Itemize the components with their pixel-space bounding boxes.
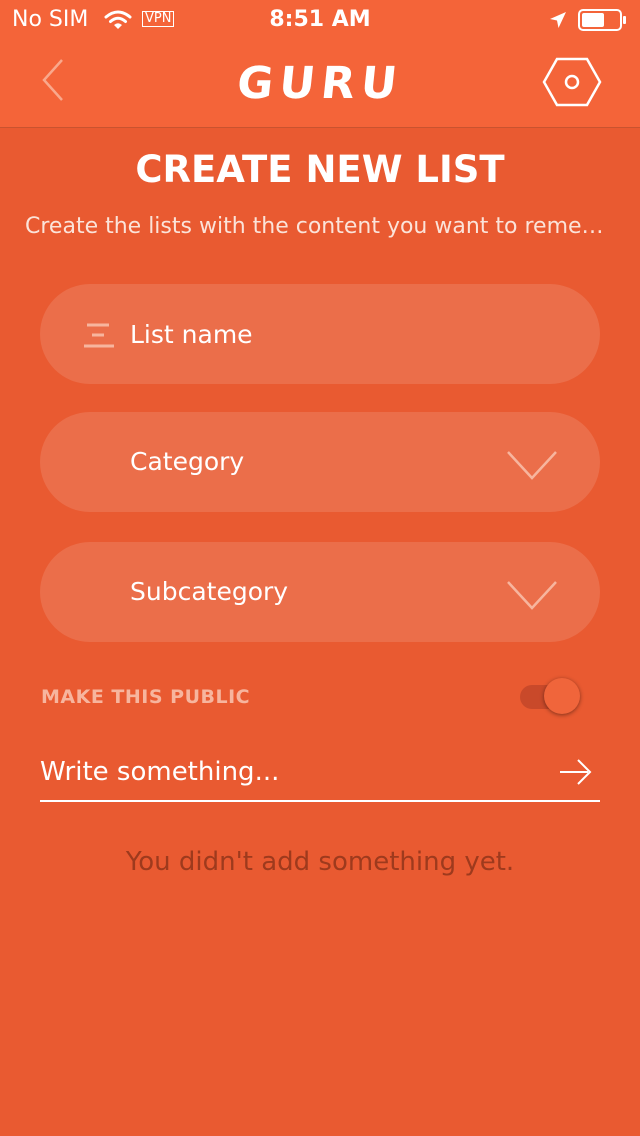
text-lines-icon [84, 322, 116, 354]
make-public-label: MAKE THIS PUBLIC [41, 686, 251, 708]
arrow-right-icon [560, 759, 592, 785]
location-arrow-icon [548, 10, 568, 34]
write-row [40, 748, 600, 802]
empty-state-message: You didn't add something yet. [125, 847, 515, 877]
subcategory-select[interactable]: Subcategory [40, 542, 600, 642]
status-bar: No SIM VPN 8:51 AM [0, 0, 640, 40]
toggle-knob [544, 678, 580, 714]
make-public-toggle[interactable] [520, 677, 584, 717]
app-header: No SIM VPN 8:51 AM GURU [0, 0, 640, 128]
chevron-down-icon [506, 580, 558, 614]
chevron-down-icon [506, 450, 558, 484]
page-subtitle: Create the lists with the content you wa… [25, 214, 617, 239]
send-button[interactable] [556, 754, 596, 790]
settings-button[interactable] [542, 56, 602, 108]
category-label: Category [130, 447, 245, 476]
subcategory-label: Subcategory [130, 577, 289, 606]
page-title: CREATE NEW LIST [135, 148, 505, 191]
category-select[interactable]: Category [40, 412, 600, 512]
hexagon-settings-icon [542, 57, 602, 107]
status-time: 8:51 AM [269, 7, 371, 32]
list-name-input[interactable] [130, 310, 550, 358]
write-input[interactable] [40, 750, 540, 794]
list-name-field[interactable] [40, 284, 600, 384]
battery-icon [578, 9, 628, 35]
